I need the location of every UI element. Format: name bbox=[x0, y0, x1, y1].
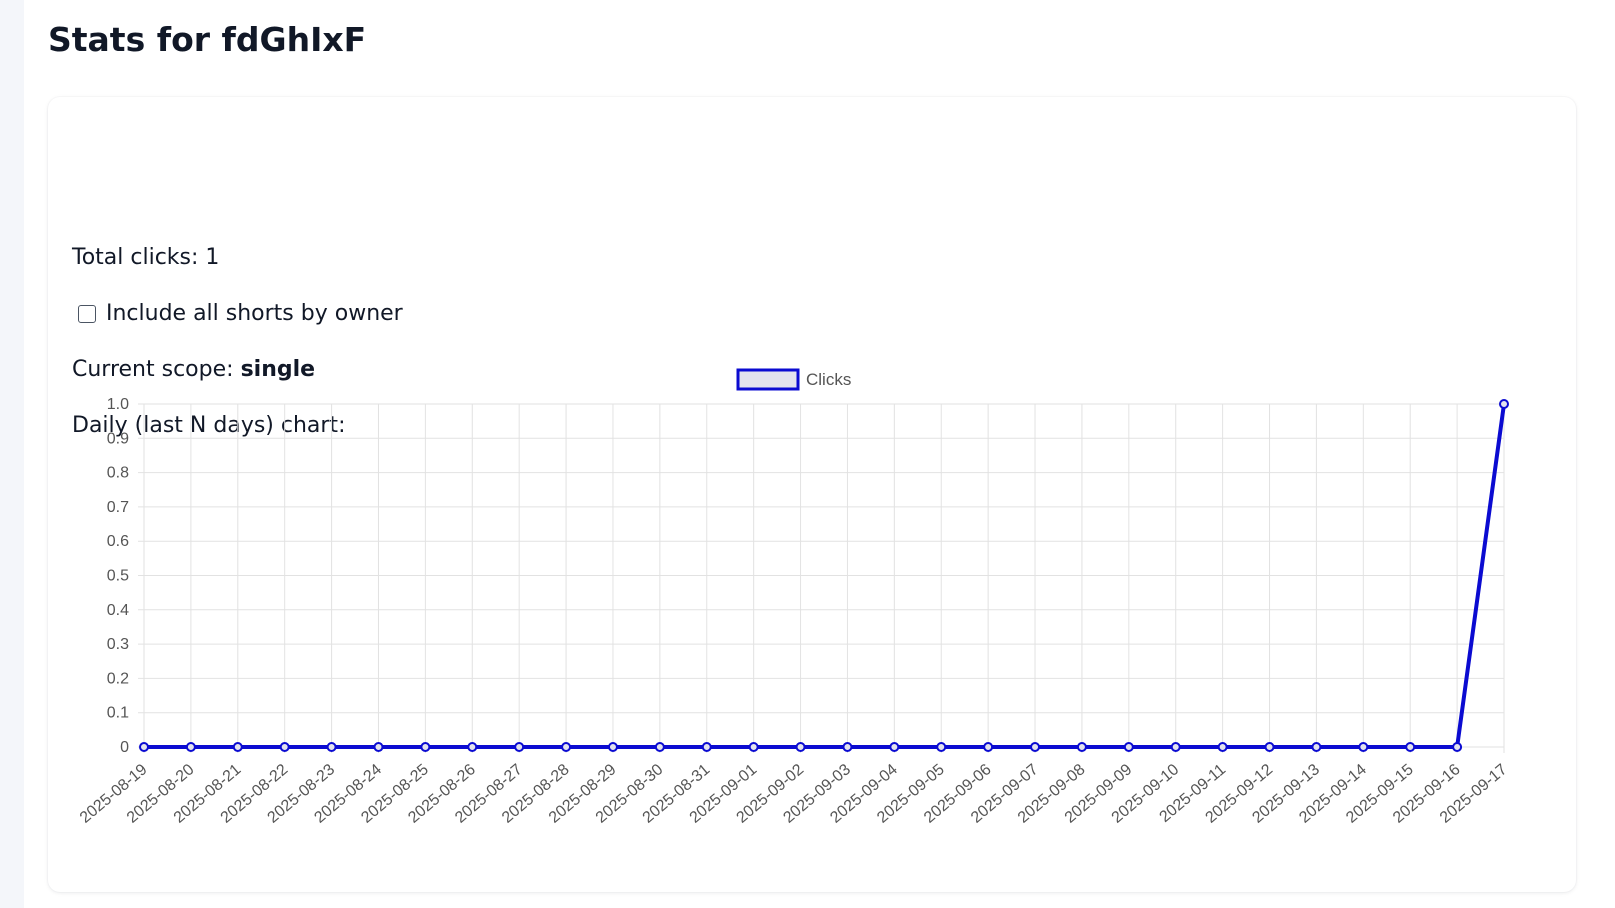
clicks-data-point bbox=[185, 742, 196, 752]
clicks-data-point bbox=[1123, 742, 1134, 752]
legend-label: Clicks bbox=[806, 370, 851, 389]
y-tick-label: 0 bbox=[120, 739, 129, 756]
clicks-data-point bbox=[889, 742, 900, 752]
clicks-data-point bbox=[983, 742, 994, 752]
clicks-data-point bbox=[1452, 742, 1463, 752]
clicks-data-point bbox=[139, 742, 149, 752]
clicks-data-point bbox=[561, 742, 572, 752]
clicks-data-point bbox=[514, 742, 525, 752]
clicks-data-point bbox=[1499, 399, 1509, 409]
y-tick-label: 0.8 bbox=[107, 465, 129, 482]
page-title: Stats for fdGhIxF bbox=[48, 20, 367, 59]
y-tick-label: 0.4 bbox=[107, 602, 129, 619]
page-content: Stats for fdGhIxF Total clicks: 1 Includ… bbox=[24, 0, 1615, 908]
clicks-data-point bbox=[701, 742, 712, 752]
clicks-data-point bbox=[1264, 742, 1275, 752]
clicks-data-point bbox=[936, 742, 947, 752]
y-tick-label: 0.5 bbox=[107, 568, 129, 585]
y-tick-label: 0.6 bbox=[107, 533, 129, 550]
y-tick-label: 1.0 bbox=[107, 396, 129, 413]
clicks-data-point bbox=[654, 742, 665, 752]
y-tick-label: 0.3 bbox=[107, 636, 129, 653]
legend-swatch bbox=[736, 368, 800, 391]
clicks-data-point bbox=[1030, 742, 1041, 752]
clicks-data-point bbox=[232, 742, 243, 752]
clicks-data-point bbox=[1217, 742, 1228, 752]
clicks-data-point bbox=[373, 742, 384, 752]
clicks-data-point bbox=[607, 742, 618, 752]
stats-card: Total clicks: 1 Include all shorts by ow… bbox=[48, 97, 1576, 892]
y-tick-label: 0.2 bbox=[107, 670, 129, 687]
clicks-data-point bbox=[420, 742, 431, 752]
clicks-data-point bbox=[279, 742, 290, 752]
clicks-data-point bbox=[795, 742, 806, 752]
clicks-data-point bbox=[326, 742, 337, 752]
clicks-data-point bbox=[1311, 742, 1322, 752]
clicks-data-point bbox=[1405, 742, 1416, 752]
clicks-data-point bbox=[1076, 742, 1087, 752]
y-tick-label: 0.1 bbox=[107, 705, 129, 722]
clicks-data-point bbox=[1170, 742, 1181, 752]
clicks-data-point bbox=[748, 742, 759, 752]
y-tick-label: 0.7 bbox=[107, 499, 129, 516]
clicks-data-point bbox=[1358, 742, 1369, 752]
clicks-data-point bbox=[467, 742, 478, 752]
clicks-data-point bbox=[842, 742, 853, 752]
daily-clicks-chart: 1.00.90.80.70.60.50.40.30.20.102025-08-1… bbox=[77, 368, 1511, 827]
y-tick-label: 0.9 bbox=[107, 430, 129, 447]
